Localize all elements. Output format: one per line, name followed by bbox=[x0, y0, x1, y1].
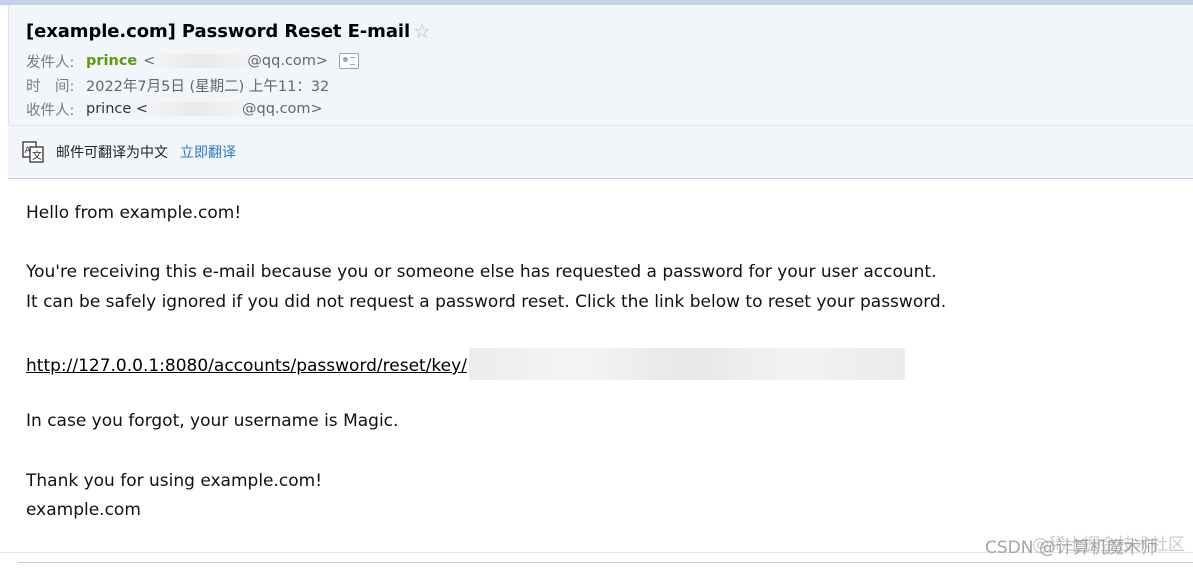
greeting-text: Hello from example.com! bbox=[26, 203, 242, 223]
watermark-csdn: CSDN @计算机魔术师 bbox=[985, 538, 1158, 558]
reset-password-link[interactable]: http://127.0.0.1:8080/accounts/password/… bbox=[26, 356, 467, 376]
translate-now-link[interactable]: 立即翻译 bbox=[180, 142, 236, 162]
recipient-address-redacted bbox=[148, 102, 243, 116]
body-line-2: It can be safely ignored if you did not … bbox=[26, 292, 947, 312]
svg-text:文: 文 bbox=[32, 149, 42, 162]
recipient-label: 收件人: bbox=[26, 102, 75, 119]
svg-text:A: A bbox=[25, 146, 32, 156]
time-value: 2022年7月5日 (星期二) 上午11：32 bbox=[86, 78, 330, 95]
recipient-name[interactable]: prince < bbox=[86, 101, 148, 117]
reset-key-redacted bbox=[468, 348, 905, 380]
body-line-1: You're receiving this e-mail because you… bbox=[26, 262, 937, 282]
subject-row: [example.com] Password Reset E-mail ☆ bbox=[26, 18, 431, 44]
recipient-address-domain: @qq.com> bbox=[242, 101, 323, 117]
username-line: In case you forgot, your username is Mag… bbox=[26, 411, 399, 431]
sender-label: 发件人: bbox=[26, 54, 75, 71]
sender-address-domain: @qq.com> bbox=[247, 53, 329, 69]
translate-notice: 邮件可翻译为中文 bbox=[56, 145, 168, 161]
time-row: 时 间: 2022年7月5日 (星期二) 上午11：32 bbox=[26, 75, 329, 95]
thanks-line: Thank you for using example.com! bbox=[26, 471, 323, 491]
sender-address-open: < bbox=[143, 53, 156, 69]
sender-address-redacted bbox=[155, 54, 248, 68]
signature-line: example.com bbox=[26, 500, 141, 520]
sender-row: 发件人: prince < @qq.com> bbox=[26, 51, 360, 71]
star-icon[interactable]: ☆ bbox=[413, 21, 431, 41]
time-label: 时 间: bbox=[26, 78, 75, 95]
email-subject: [example.com] Password Reset E-mail bbox=[26, 20, 411, 42]
translate-bar: A 文 邮件可翻译为中文 立即翻译 bbox=[8, 125, 1193, 179]
footer-bottom-border bbox=[18, 562, 1193, 563]
recipient-row: 收件人: prince < @qq.com> bbox=[26, 99, 323, 119]
sender-name[interactable]: prince bbox=[86, 53, 137, 69]
contact-card-icon[interactable] bbox=[339, 53, 360, 69]
reset-link-row: http://127.0.0.1:8080/accounts/password/… bbox=[26, 348, 905, 380]
translate-icon: A 文 bbox=[22, 141, 44, 163]
email-header: [example.com] Password Reset E-mail ☆ 发件… bbox=[8, 5, 1193, 125]
